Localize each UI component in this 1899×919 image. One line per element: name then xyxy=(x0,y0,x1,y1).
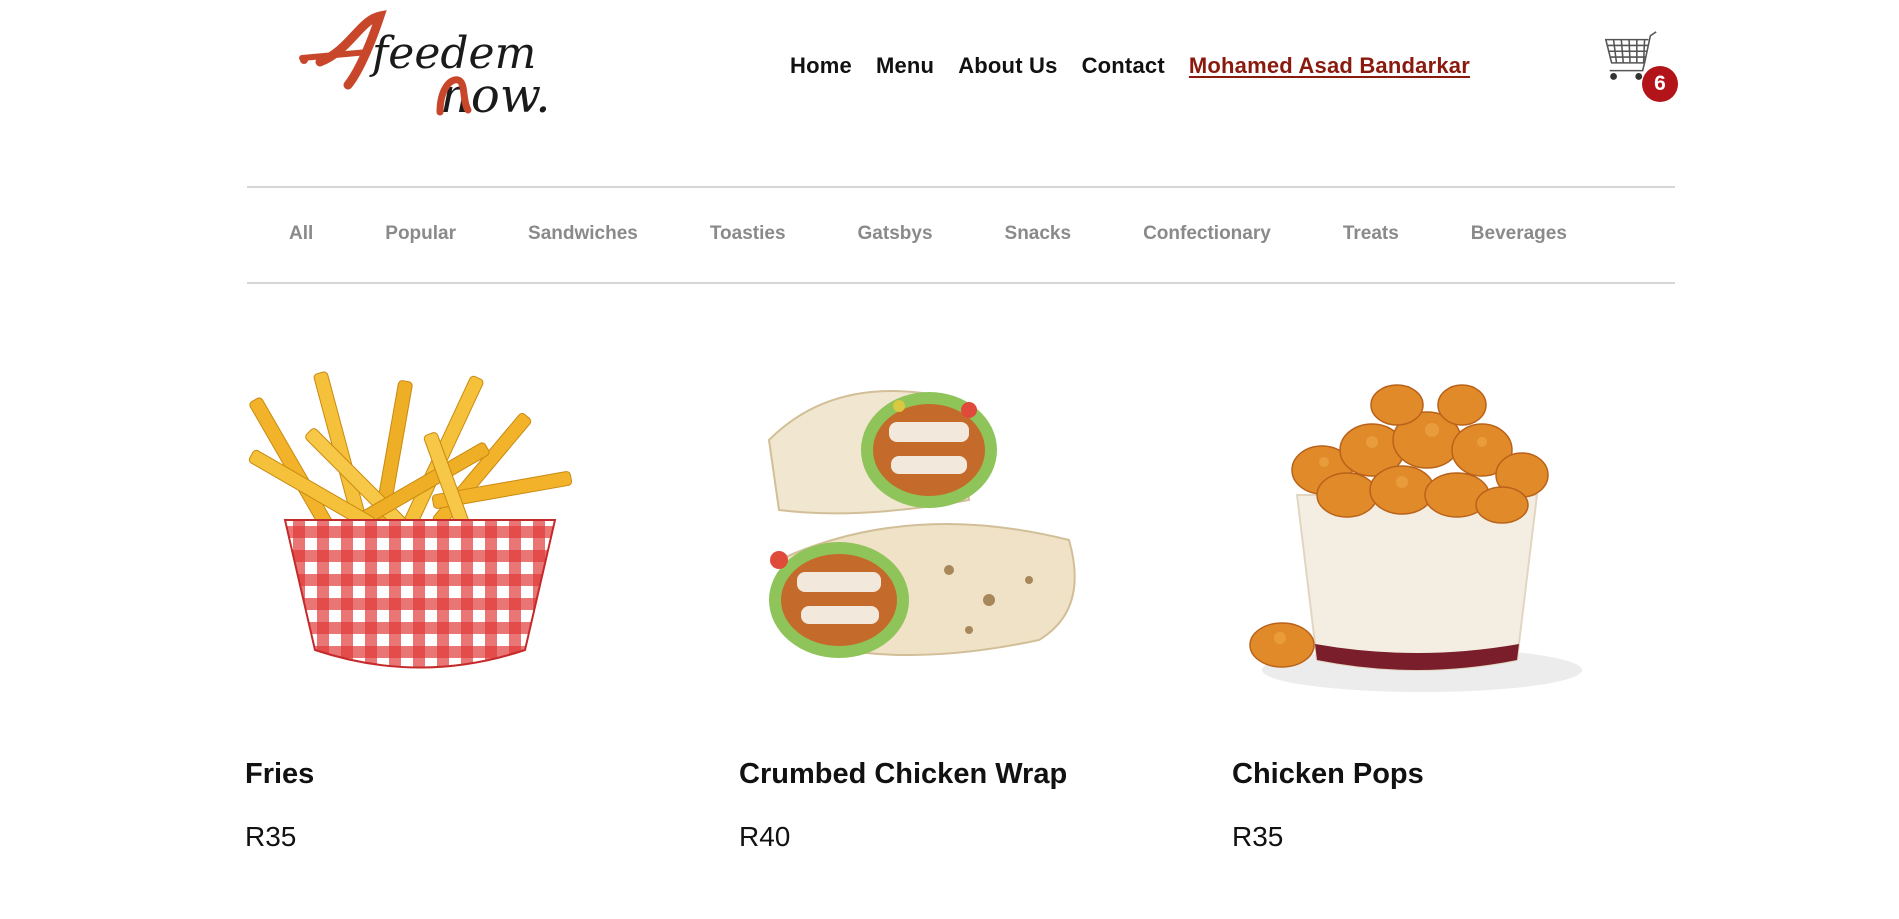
product-price: R35 xyxy=(1232,821,1284,852)
category-tab-treats[interactable]: Treats xyxy=(1343,223,1399,245)
category-tab-all[interactable]: All xyxy=(289,223,313,245)
logo-text-line2: now. xyxy=(440,68,550,120)
category-tab-confectionary[interactable]: Confectionary xyxy=(1143,223,1271,245)
nav-menu-link[interactable]: Menu xyxy=(876,53,934,79)
nav-about-link[interactable]: About Us xyxy=(958,53,1057,79)
user-account-link[interactable]: Mohamed Asad Bandarkar xyxy=(1189,53,1470,79)
cart-button[interactable]: 6 xyxy=(1600,28,1680,102)
product-price: R35 xyxy=(245,821,297,852)
main-nav: Home Menu About Us Contact Mohamed Asad … xyxy=(790,53,1470,79)
category-tab-toasties[interactable]: Toasties xyxy=(710,223,786,245)
product-image[interactable] xyxy=(739,310,1109,730)
product-image[interactable] xyxy=(245,310,615,730)
category-tab-popular[interactable]: Popular xyxy=(385,223,456,245)
category-tabs: All Popular Sandwiches Toasties Gatsbys … xyxy=(247,186,1675,282)
logo-artwork: feedem now. xyxy=(299,10,550,124)
nav-contact-link[interactable]: Contact xyxy=(1082,53,1165,79)
product-card[interactable]: Crumbed Chicken Wrap R40 xyxy=(739,310,1159,853)
product-image[interactable] xyxy=(1232,310,1602,730)
fries-image xyxy=(248,371,573,669)
chicken-wrap-image xyxy=(767,390,1076,658)
category-tab-beverages[interactable]: Beverages xyxy=(1471,223,1567,245)
category-tab-snacks[interactable]: Snacks xyxy=(1005,223,1072,245)
product-name[interactable]: Fries xyxy=(245,758,665,791)
product-name[interactable]: Chicken Pops xyxy=(1232,758,1652,791)
divider-bottom xyxy=(247,282,1675,284)
product-name[interactable]: Crumbed Chicken Wrap xyxy=(739,758,1159,791)
page: feedem now. Home Menu About Us Contact M… xyxy=(0,0,1899,919)
category-tab-gatsbys[interactable]: Gatsbys xyxy=(858,223,933,245)
category-tab-sandwiches[interactable]: Sandwiches xyxy=(528,223,638,245)
brand-logo[interactable]: feedem now. xyxy=(290,10,590,124)
chicken-pops-image xyxy=(1249,384,1582,692)
product-price: R40 xyxy=(739,821,791,852)
product-card[interactable]: Fries R35 xyxy=(245,310,665,853)
product-card[interactable]: Chicken Pops R35 xyxy=(1232,310,1652,853)
nav-home-link[interactable]: Home xyxy=(790,53,852,79)
cart-count-badge: 6 xyxy=(1642,66,1678,102)
